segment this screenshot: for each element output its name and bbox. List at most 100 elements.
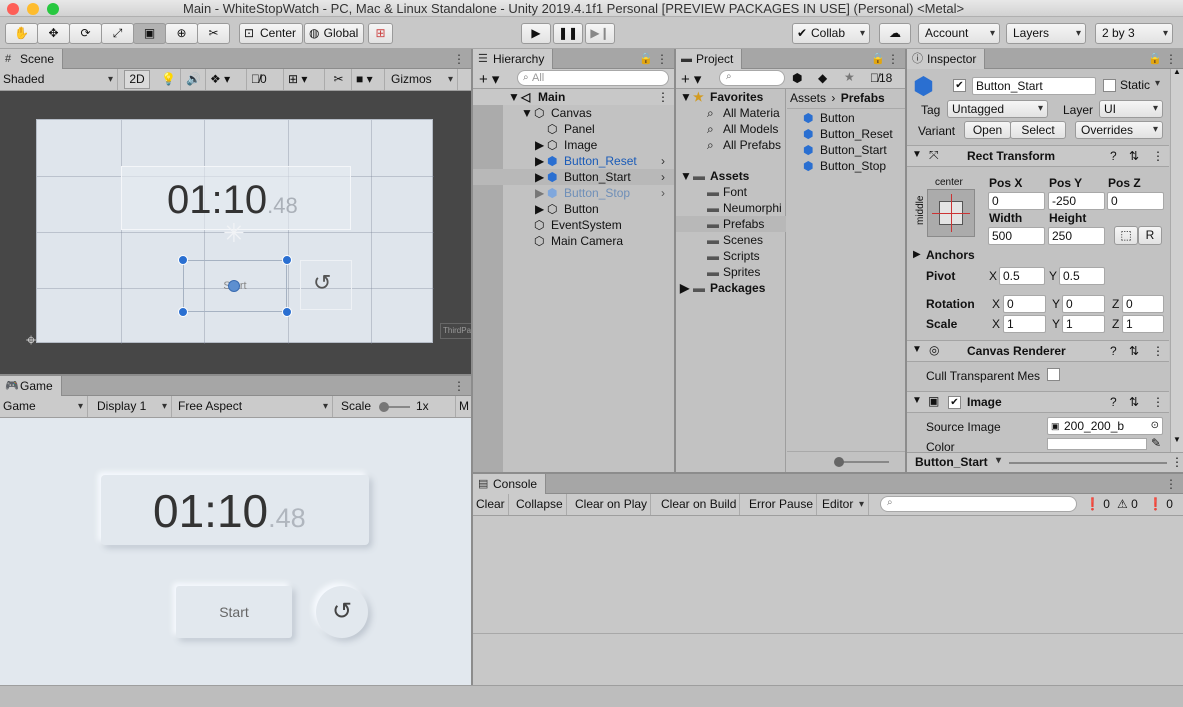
hierarchy-lock-icon[interactable]: 🔒: [639, 49, 653, 69]
rotation-y-field[interactable]: 0: [1062, 295, 1105, 313]
height-field[interactable]: 250: [1048, 227, 1105, 245]
project-lock-icon[interactable]: 🔒: [871, 49, 885, 69]
preview-object-dropdown[interactable]: Button_Start: [915, 455, 1005, 469]
console-log-toggle[interactable]: ❗ 0: [1148, 497, 1173, 511]
game-reset-button[interactable]: ↺: [316, 586, 368, 638]
game-view-dropdown[interactable]: Game: [0, 396, 88, 417]
close-window-button[interactable]: [7, 3, 19, 15]
project-folder-neumorphism[interactable]: ▬ Neumorphi: [676, 200, 786, 216]
breadcrumb-assets[interactable]: Assets: [790, 91, 826, 105]
eyedropper-icon[interactable]: ✎: [1151, 436, 1161, 450]
object-picker-icon[interactable]: ⊙: [1151, 418, 1159, 434]
component-menu-icon[interactable]: ⋮: [1152, 344, 1164, 358]
layout-dropdown[interactable]: 2 by 3: [1095, 23, 1173, 44]
static-checkbox[interactable]: [1103, 79, 1116, 92]
open-prefab-arrow-icon[interactable]: ›: [661, 169, 665, 185]
collab-dropdown[interactable]: ✔ Collab: [792, 23, 870, 44]
hidden-packages-toggle[interactable]: 👁̸18: [870, 71, 892, 85]
panel-splitter-vertical[interactable]: [471, 49, 473, 685]
minimize-window-button[interactable]: [27, 3, 39, 15]
pause-button[interactable]: ❚❚: [553, 23, 583, 44]
project-assets-folder[interactable]: ▼ ▬ Assets: [676, 168, 786, 184]
game-panel-menu-icon[interactable]: ⋮: [453, 376, 465, 396]
hierarchy-item-button[interactable]: ▶ ⬡ Button: [473, 201, 674, 217]
console-error-pause-button[interactable]: Error Pause: [746, 494, 818, 515]
project-file-button-reset[interactable]: ⬢ Button_Reset: [787, 126, 905, 142]
scale-x-field[interactable]: 1: [1003, 315, 1046, 333]
rect-handle-tl[interactable]: [178, 255, 188, 265]
collapsed-arrow-icon[interactable]: ▶: [913, 249, 921, 260]
scale-tool-button[interactable]: ⤢: [101, 23, 134, 44]
rotate-tool-button[interactable]: ⟳: [69, 23, 102, 44]
tools-toggle[interactable]: ✂: [326, 69, 352, 90]
project-fav-models[interactable]: ⌕ All Models: [676, 121, 786, 137]
hierarchy-item-canvas[interactable]: ▼ ⬡ Canvas: [473, 105, 674, 121]
audio-toggle[interactable]: 🔊: [182, 69, 206, 90]
active-checkbox[interactable]: ✔: [953, 79, 966, 92]
tab-scene[interactable]: # Scene: [0, 49, 64, 69]
canvas-renderer-header[interactable]: ▼ ◎ Canvas Renderer ? ⇅ ⋮: [907, 340, 1169, 362]
2d-toggle[interactable]: 2D: [124, 70, 150, 89]
pivot-center-toggle[interactable]: ⊡ Center: [239, 23, 303, 44]
panel-splitter-scene-game[interactable]: [0, 374, 471, 376]
preview-menu-icon[interactable]: ⋮: [1171, 455, 1183, 469]
lighting-toggle[interactable]: 💡: [157, 69, 181, 90]
project-folder-sprites[interactable]: ▬ Sprites: [676, 264, 786, 280]
console-divider[interactable]: [473, 633, 1183, 634]
pivot-global-toggle[interactable]: ◍ Global: [304, 23, 364, 44]
scene-row-menu-icon[interactable]: ⋮: [657, 89, 669, 105]
preset-icon[interactable]: ⇅: [1129, 149, 1139, 163]
search-by-type-icon[interactable]: ⬢: [792, 71, 802, 85]
console-editor-dropdown[interactable]: Editor: [819, 494, 869, 515]
prefab-overrides-dropdown[interactable]: Overrides: [1075, 121, 1163, 139]
help-icon[interactable]: ?: [1110, 395, 1117, 409]
console-collapse-button[interactable]: Collapse: [513, 494, 567, 515]
scale-z-field[interactable]: 1: [1122, 315, 1164, 333]
prefab-open-button[interactable]: Open: [964, 121, 1011, 139]
snap-grid-button[interactable]: ⊞: [368, 23, 393, 44]
project-file-button[interactable]: ⬢ Button: [787, 110, 905, 126]
rotation-z-field[interactable]: 0: [1122, 295, 1164, 313]
hierarchy-item-image[interactable]: ▶ ⬡ Image: [473, 137, 674, 153]
play-button[interactable]: ▶: [521, 23, 551, 44]
game-start-button[interactable]: Start: [176, 586, 292, 638]
hierarchy-item-button-stop[interactable]: ▶ ⬢ Button_Stop ›: [473, 185, 674, 201]
static-dropdown[interactable]: Static: [1120, 78, 1164, 92]
effects-dropdown[interactable]: ❖ ▾: [207, 69, 247, 90]
image-enabled-checkbox[interactable]: ✔: [948, 396, 961, 409]
rect-handle-tr[interactable]: [282, 255, 292, 265]
maximize-on-play-toggle[interactable]: M: [459, 399, 469, 413]
anchors-foldout[interactable]: Anchors: [926, 248, 975, 262]
project-create-button[interactable]: + ▾: [681, 70, 701, 88]
pivot-y-field[interactable]: 0.5: [1059, 267, 1105, 285]
hierarchy-search-input[interactable]: All: [517, 70, 669, 86]
panel-splitter-hierarchy-project[interactable]: [674, 49, 676, 472]
open-prefab-arrow-icon[interactable]: ›: [661, 153, 665, 169]
preset-icon[interactable]: ⇅: [1129, 395, 1139, 409]
project-menu-icon[interactable]: ⋮: [887, 49, 899, 69]
transform-tool-button[interactable]: ⊕: [165, 23, 198, 44]
scene-viewport[interactable]: 01:10.48 ✳ Start ↺ ThirdPa ⌖: [0, 91, 471, 374]
rect-handle-br[interactable]: [282, 307, 292, 317]
move-tool-button[interactable]: ✥: [37, 23, 70, 44]
source-image-field[interactable]: ▣ 200_200_b ⊙: [1047, 417, 1163, 435]
console-search-input[interactable]: [880, 496, 1077, 512]
color-swatch[interactable]: [1047, 438, 1147, 450]
step-button[interactable]: ▶❙: [585, 23, 615, 44]
rect-handle-bl[interactable]: [178, 307, 188, 317]
console-warning-toggle[interactable]: ⚠ 0: [1117, 497, 1138, 511]
search-by-label-icon[interactable]: ◆: [818, 71, 827, 85]
rect-tool-button[interactable]: ▣: [133, 23, 166, 44]
posz-field[interactable]: 0: [1107, 192, 1164, 210]
project-file-button-stop[interactable]: ⬢ Button_Stop: [787, 158, 905, 174]
raw-edit-button[interactable]: R: [1138, 226, 1162, 245]
width-field[interactable]: 500: [988, 227, 1045, 245]
favorite-star-icon[interactable]: ★: [844, 70, 855, 84]
anchor-preset-button[interactable]: [927, 189, 975, 237]
scene-canvas-rect[interactable]: 01:10.48 ✳ Start ↺: [36, 119, 434, 344]
display-dropdown[interactable]: Display 1: [94, 396, 172, 417]
preset-icon[interactable]: ⇅: [1129, 344, 1139, 358]
project-folder-prefabs[interactable]: ▬ Prefabs: [676, 216, 786, 232]
hierarchy-item-eventsystem[interactable]: ⬡ EventSystem: [473, 217, 674, 233]
console-log-area[interactable]: [473, 516, 1183, 685]
